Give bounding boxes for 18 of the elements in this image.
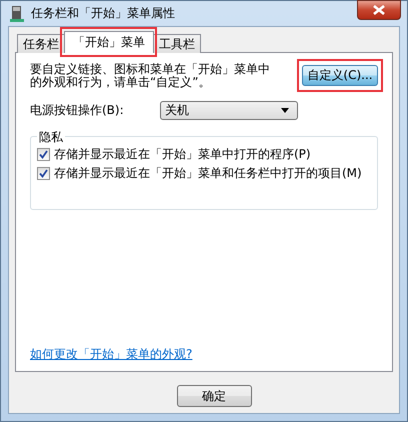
close-button[interactable] (357, 0, 401, 20)
tab[interactable]: 工具栏 (153, 34, 201, 53)
checkbox-label: 存储并显示最近在「开始」菜单和任务栏中打开的项目(M) (54, 165, 362, 182)
window-title: 任务栏和「开始」菜单属性 (31, 5, 176, 22)
dropdown-arrow-icon (281, 108, 289, 113)
close-icon (373, 4, 385, 14)
ok-button[interactable]: 确定 (176, 385, 252, 407)
customize-button[interactable]: 自定义(C)... (302, 65, 378, 86)
instruction-text: 要自定义链接、图标和菜单在「开始」菜单中的外观和行为，请单击“自定义”。 (30, 63, 271, 89)
checkbox-label: 存储并显示最近在「开始」菜单中打开的程序(P) (54, 146, 311, 163)
group-title: 隐私 (37, 129, 65, 146)
power-action-dropdown[interactable]: 关机 (160, 101, 298, 120)
power-button-label: 电源按钮操作(B): (30, 102, 125, 119)
checkbox[interactable] (37, 167, 50, 180)
help-link[interactable]: 如何更改「开始」菜单的外观? (30, 346, 378, 363)
tab[interactable]: 「开始」菜单 (64, 31, 154, 53)
tab[interactable]: 任务栏 (17, 34, 65, 53)
checkbox[interactable] (37, 148, 50, 161)
